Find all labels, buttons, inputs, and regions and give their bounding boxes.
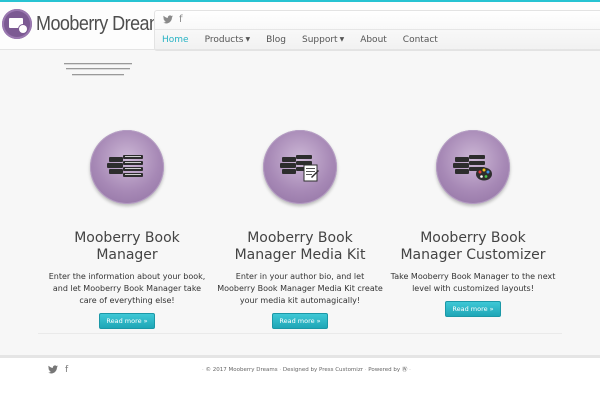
nav-label: Support [301, 35, 338, 45]
separator: · [202, 367, 204, 373]
read-more-button[interactable]: Read more » [445, 301, 501, 317]
copyright-text: © 2017 Mooberry Dreams [205, 367, 278, 373]
feature-circle[interactable] [90, 130, 164, 204]
footer-social-links: f [48, 365, 68, 377]
feature-description: Enter the information about your book, a… [48, 272, 206, 305]
main-menu: Home Products ▼ Blog Support ▼ About Conta… [155, 33, 446, 47]
navigation-bar: f Home Products ▼ Blog Support ▼ About Con… [154, 10, 600, 51]
books-icon [107, 155, 143, 177]
site-header: Mooberry Dreams f Home Products ▼ Blog Su… [0, 2, 600, 51]
separator: · [279, 367, 282, 373]
feature-circle[interactable] [436, 130, 510, 204]
read-more-button[interactable]: Read more » [272, 313, 328, 329]
books-media-kit-icon [280, 155, 319, 182]
nav-label: Home [162, 35, 189, 45]
site-footer: f · © 2017 Mooberry Dreams · Designed by… [0, 358, 600, 400]
nav-divider [155, 29, 600, 30]
nav-item-contact[interactable]: Contact [395, 33, 446, 47]
feature-circle[interactable] [263, 130, 337, 204]
feature-title: Mooberry Book Manager Customizer [400, 230, 546, 263]
feature-title: Mooberry Book Manager Media Kit [234, 230, 366, 263]
feature-customizer: Mooberry Book Manager Customizer Take Mo… [388, 130, 558, 317]
header-social-links: f [163, 15, 183, 27]
nav-label: Products [204, 35, 244, 45]
nav-label: Blog [266, 35, 286, 45]
nav-item-support[interactable]: Support ▼ [294, 33, 352, 47]
caret-down-icon: ▼ [339, 36, 345, 43]
nav-item-blog[interactable]: Blog [258, 33, 294, 47]
nav-item-products[interactable]: Products ▼ [197, 33, 259, 47]
nav-label: About [360, 35, 387, 45]
books-palette-icon [453, 155, 492, 181]
feature-book-manager: Mooberry Book Manager Enter the informat… [42, 130, 212, 329]
powered-by-text: Powered by [368, 367, 401, 373]
nav-item-home[interactable]: Home [155, 33, 197, 47]
wordpress-icon[interactable]: Ⓦ [402, 367, 408, 373]
facebook-icon[interactable]: f [65, 365, 68, 377]
footer-credits: · © 2017 Mooberry Dreams · Designed by P… [202, 366, 411, 374]
separator: · [409, 367, 411, 373]
header-divider [0, 49, 600, 50]
feature-description: Enter in your author bio, and let Moober… [217, 272, 383, 305]
feature-title: Mooberry Book Manager [74, 230, 180, 263]
designed-by-link[interactable]: Designed by Press Customizr [283, 367, 363, 373]
separator: · [364, 367, 367, 373]
site-tagline-blurred [64, 62, 132, 90]
content-separator [38, 333, 562, 334]
feature-description: Take Mooberry Book Manager to the next l… [390, 272, 556, 293]
caret-down-icon: ▼ [245, 36, 251, 43]
nav-label: Contact [402, 35, 438, 45]
feature-media-kit: Mooberry Book Manager Media Kit Enter in… [215, 130, 385, 329]
logo-text: Mooberry Dreams [36, 12, 172, 35]
twitter-icon[interactable] [163, 15, 173, 27]
read-more-button[interactable]: Read more » [99, 313, 155, 329]
logo-book-icon [2, 9, 32, 39]
facebook-icon[interactable]: f [179, 15, 183, 27]
twitter-icon[interactable] [48, 365, 58, 377]
nav-item-about[interactable]: About [352, 33, 395, 47]
